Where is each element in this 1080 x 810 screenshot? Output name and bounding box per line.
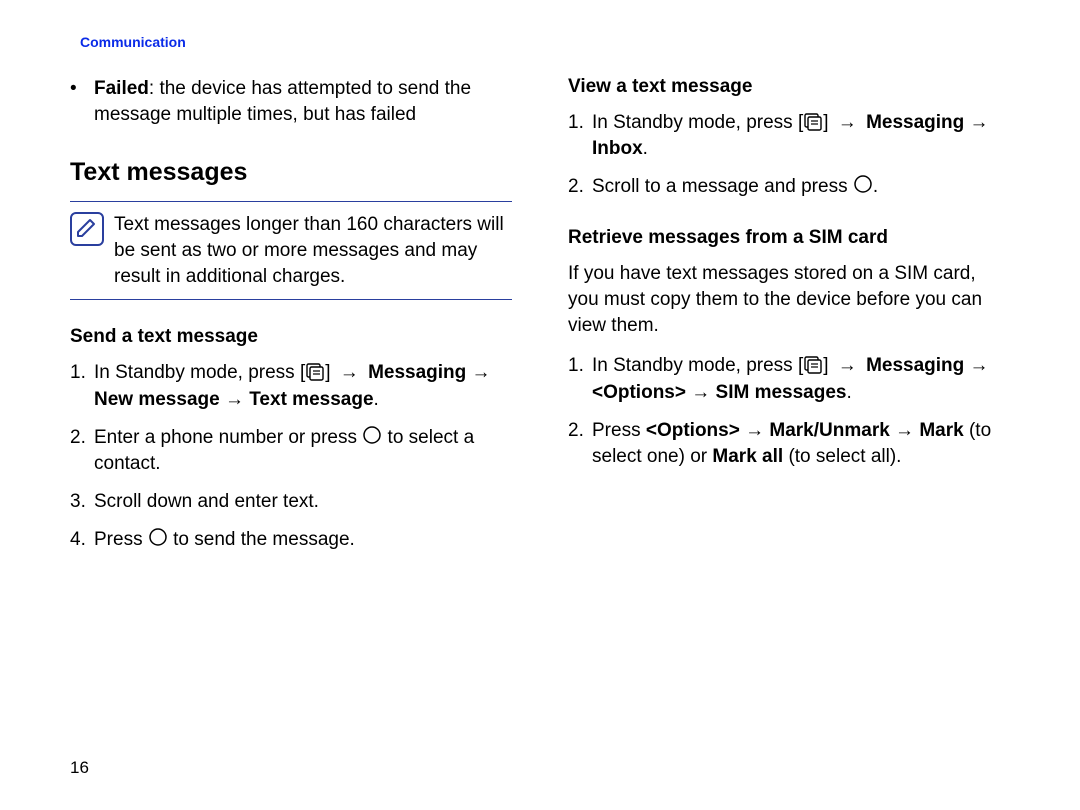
step-number: 1. xyxy=(568,353,592,405)
step-dot: . xyxy=(643,138,648,159)
step-body: Scroll down and enter text. xyxy=(94,489,512,515)
send-step-2: 2. Enter a phone number or press to sele… xyxy=(70,425,512,477)
step-number: 2. xyxy=(70,425,94,477)
send-step-3: 3. Scroll down and enter text. xyxy=(70,489,512,515)
ok-key-icon xyxy=(148,527,168,547)
step-text: ] xyxy=(823,355,834,376)
arrow-icon: → xyxy=(834,355,861,376)
step-number: 4. xyxy=(70,527,94,553)
step-text: Scroll to a message and press xyxy=(592,176,853,197)
arrow-icon: → xyxy=(834,112,861,133)
heading-retrieve-sim: Retrieve messages from a SIM card xyxy=(568,227,1010,249)
content-columns: • Failed: the device has attempted to se… xyxy=(70,76,1010,566)
step-dot: . xyxy=(873,176,878,197)
sim-intro: If you have text messages stored on a SI… xyxy=(568,261,1010,340)
mark-label: Mark xyxy=(919,420,963,441)
note-pencil-icon xyxy=(70,212,104,246)
menu-key-icon xyxy=(803,111,823,131)
send-step-1: 1. In Standby mode, press [] → Messaging… xyxy=(70,360,512,412)
bullet-label: Failed xyxy=(94,78,149,99)
view-step-2: 2. Scroll to a message and press . xyxy=(568,174,1010,200)
step-number: 3. xyxy=(70,489,94,515)
arrow-text: → xyxy=(890,420,920,441)
view-step-1: 1. In Standby mode, press [] → Messaging… xyxy=(568,110,1010,162)
step-body: Scroll to a message and press . xyxy=(592,174,1010,200)
step-text: In Standby mode, press [ xyxy=(592,355,803,376)
options-label: <Options> xyxy=(646,420,740,441)
step-text: Press xyxy=(94,529,148,550)
failed-bullet: • Failed: the device has attempted to se… xyxy=(70,76,512,128)
page-number: 16 xyxy=(70,758,89,778)
step-body: Enter a phone number or press to select … xyxy=(94,425,512,477)
column-left: • Failed: the device has attempted to se… xyxy=(70,76,512,566)
step-dot: . xyxy=(846,382,851,403)
menu-key-icon xyxy=(803,354,823,374)
ok-key-icon xyxy=(853,174,873,194)
step-body: Press to send the message. xyxy=(94,527,512,553)
step-body: Press <Options> → Mark/Unmark → Mark (to… xyxy=(592,418,1010,470)
bullet-dot: • xyxy=(70,76,94,128)
column-right: View a text message 1. In Standby mode, … xyxy=(568,76,1010,566)
manual-page: Communication • Failed: the device has a… xyxy=(0,0,1080,810)
bullet-rest: : the device has attempted to send the m… xyxy=(94,78,471,125)
step-body: In Standby mode, press [] → Messaging → … xyxy=(592,110,1010,162)
note-text: Text messages longer than 160 characters… xyxy=(114,212,512,289)
arrow-text: → xyxy=(740,420,770,441)
step-text: (to select all). xyxy=(783,446,901,467)
sim-step-2: 2. Press <Options> → Mark/Unmark → Mark … xyxy=(568,418,1010,470)
step-text: to send the message. xyxy=(168,529,355,550)
running-header: Communication xyxy=(80,34,1010,50)
step-number: 2. xyxy=(568,418,592,470)
menu-key-icon xyxy=(305,361,325,381)
send-step-4: 4. Press to send the message. xyxy=(70,527,512,553)
note-box: Text messages longer than 160 characters… xyxy=(70,201,512,300)
step-number: 1. xyxy=(568,110,592,162)
step-text: Enter a phone number or press xyxy=(94,427,362,448)
step-body: In Standby mode, press [] → Messaging → … xyxy=(94,360,512,412)
step-text: ] xyxy=(325,362,336,383)
step-number: 2. xyxy=(568,174,592,200)
step-text: In Standby mode, press [ xyxy=(592,112,803,133)
bullet-text: Failed: the device has attempted to send… xyxy=(94,76,512,128)
heading-text-messages: Text messages xyxy=(70,158,512,187)
heading-send-text: Send a text message xyxy=(70,326,512,348)
mark-all-label: Mark all xyxy=(712,446,783,467)
step-dot: . xyxy=(374,389,379,410)
step-text: In Standby mode, press [ xyxy=(94,362,305,383)
sim-step-1: 1. In Standby mode, press [] → Messaging… xyxy=(568,353,1010,405)
heading-view-text: View a text message xyxy=(568,76,1010,98)
arrow-icon: → xyxy=(336,362,363,383)
step-body: In Standby mode, press [] → Messaging → … xyxy=(592,353,1010,405)
step-number: 1. xyxy=(70,360,94,412)
step-text: ] xyxy=(823,112,834,133)
step-text: Press xyxy=(592,420,646,441)
ok-key-icon xyxy=(362,425,382,445)
mark-unmark-label: Mark/Unmark xyxy=(769,420,889,441)
